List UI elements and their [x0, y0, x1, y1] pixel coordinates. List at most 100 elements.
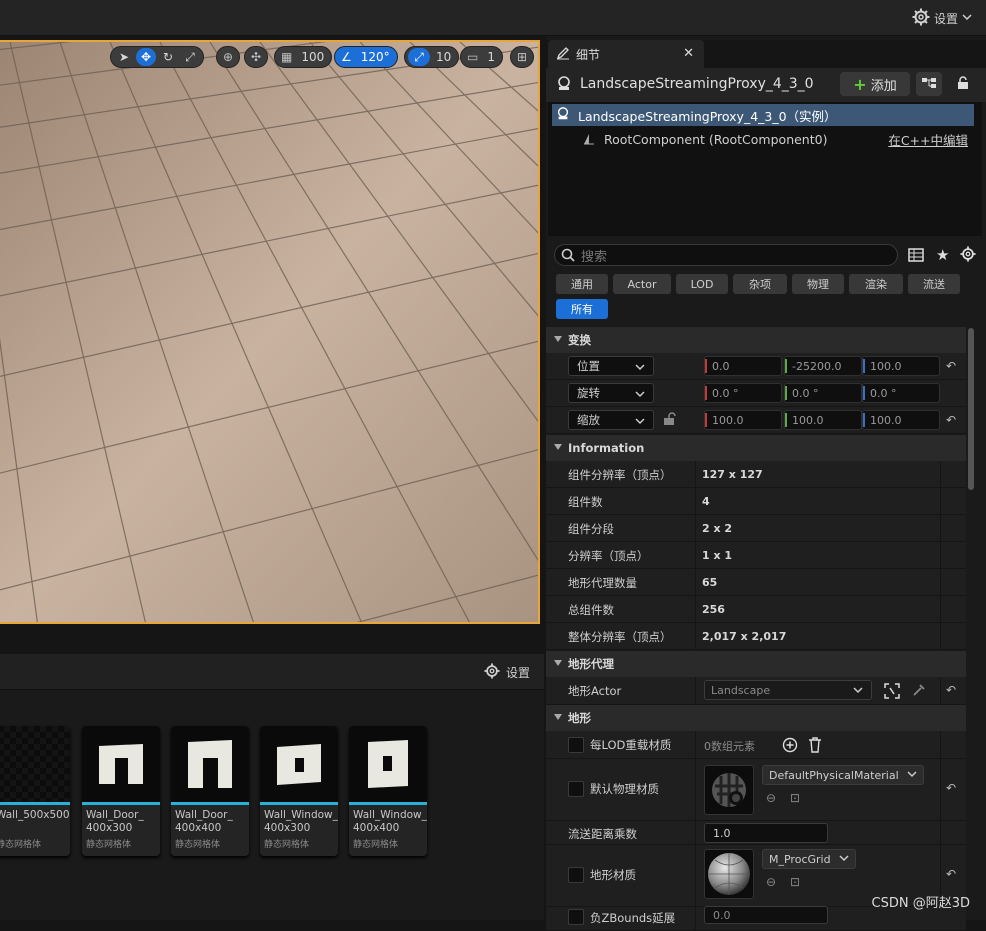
- rotate-tool[interactable]: ↻: [158, 48, 178, 66]
- category-landscape[interactable]: 地形: [546, 705, 966, 731]
- chevron-down-icon: [962, 11, 972, 25]
- rotation-snap[interactable]: ∠ 120°: [334, 46, 398, 68]
- surface-snap-toggle[interactable]: ✣: [244, 46, 268, 68]
- info-label: 整体分辨率（顶点）: [568, 630, 672, 644]
- scale-label: 缩放: [577, 413, 600, 427]
- add-element-icon[interactable]: [782, 737, 798, 756]
- asset-thumbnail: [171, 726, 249, 802]
- scroll-thumb[interactable]: [968, 328, 974, 490]
- rotation-y-field[interactable]: 0.0 °: [784, 383, 862, 403]
- scale-x-field[interactable]: 100.0: [704, 410, 782, 430]
- tab-details[interactable]: 细节 ✕: [548, 40, 704, 68]
- collapse-arrow-icon: [554, 660, 562, 666]
- reset-icon[interactable]: ↶: [946, 413, 956, 427]
- neg-z-checkbox[interactable]: [568, 909, 584, 925]
- filter-physics[interactable]: 物理: [792, 274, 844, 294]
- info-value: 2,017 x 2,017: [702, 630, 787, 643]
- info-row: 总组件数 256: [546, 596, 966, 623]
- reset-icon[interactable]: ↶: [946, 359, 956, 373]
- phys-mat-checkbox[interactable]: [568, 781, 584, 797]
- camera-speed[interactable]: ▭ 1: [460, 46, 503, 68]
- info-label: 分辨率（顶点）: [568, 549, 649, 563]
- rotation-x-field[interactable]: 0.0 °: [704, 383, 782, 403]
- asset-name: Wall_500x500: [0, 809, 70, 821]
- location-z-field[interactable]: 100.0: [862, 356, 940, 376]
- tree-row-root-component[interactable]: RootComponent (RootComponent0) 在C++中编辑: [552, 128, 974, 150]
- trash-icon[interactable]: [808, 737, 822, 756]
- layout-button[interactable]: ⊞: [510, 46, 534, 68]
- add-component-button[interactable]: + 添加: [840, 72, 910, 96]
- reset-icon[interactable]: ↶: [946, 867, 956, 881]
- neg-z-field[interactable]: 0.0: [704, 906, 828, 924]
- category-information[interactable]: Information: [546, 435, 966, 461]
- actor-header: LandscapeStreamingProxy_4_3_0 + 添加: [546, 68, 986, 102]
- reset-icon[interactable]: ↶: [946, 683, 956, 697]
- lock-button[interactable]: [950, 72, 976, 96]
- close-icon[interactable]: ✕: [683, 46, 694, 61]
- rotation-z-field[interactable]: 0.0 °: [862, 383, 940, 403]
- filter-misc[interactable]: 杂项: [733, 274, 787, 294]
- content-settings-button[interactable]: 设置: [484, 663, 530, 682]
- location-dropdown[interactable]: 位置: [568, 356, 654, 376]
- browse-icon[interactable]: ⊡: [790, 791, 800, 805]
- browse-icon[interactable]: ⊡: [790, 875, 800, 889]
- scale-snap-icon: ⤢: [408, 48, 430, 66]
- world-local-toggle[interactable]: ⊕: [216, 46, 240, 68]
- edit-in-cpp-link[interactable]: 在C++中编辑: [888, 128, 968, 150]
- landscape-mat-picker[interactable]: M_ProcGrid: [762, 849, 856, 869]
- tab-label: 细节: [576, 47, 601, 62]
- scale-snap[interactable]: ⤢ 10: [404, 46, 460, 68]
- asset-tile[interactable]: Wall_500x500 静态网格体: [0, 726, 70, 856]
- details-search-input[interactable]: 搜索: [554, 244, 898, 266]
- use-selected-icon[interactable]: ⊖: [766, 791, 776, 805]
- rotation-dropdown[interactable]: 旋转: [568, 383, 654, 403]
- filter-rendering[interactable]: 渲染: [849, 274, 903, 294]
- location-y-field[interactable]: -25200.0: [784, 356, 862, 376]
- gear-icon: [912, 8, 930, 29]
- select-tool[interactable]: ➤: [114, 48, 134, 66]
- viewport-settings-button[interactable]: 设置: [912, 6, 972, 30]
- landscape-mat-checkbox[interactable]: [568, 867, 584, 883]
- translate-tool[interactable]: ✥: [136, 48, 156, 66]
- unlock-icon[interactable]: [662, 412, 676, 429]
- use-selected-icon[interactable]: ⊖: [766, 875, 776, 889]
- grid-snap[interactable]: ▦ 100: [274, 46, 333, 68]
- gear-icon[interactable]: [960, 246, 976, 265]
- star-icon[interactable]: ★: [936, 246, 949, 264]
- level-viewport[interactable]: ➤ ✥ ↻ ⤢ ⊕ ✣ ▦ 100 ∠ 120° ⤢ 10 ▭ 1 ⊞: [0, 40, 540, 624]
- tree-row-instance[interactable]: LandscapeStreamingProxy_4_3_0（实例）: [552, 104, 974, 126]
- eyedropper-icon[interactable]: [912, 683, 926, 700]
- asset-tile[interactable]: Wall_Door_ 400x400 静态网格体: [171, 726, 249, 856]
- location-label: 位置: [577, 359, 600, 373]
- reset-icon[interactable]: ↶: [946, 781, 956, 795]
- asset-tile[interactable]: Wall_Window_ 400x300 静态网格体: [260, 726, 338, 856]
- property-location: 位置 0.0 -25200.0 100.0 ↶: [546, 353, 966, 380]
- asset-tile[interactable]: Wall_Door_ 400x300 静态网格体: [82, 726, 160, 856]
- filter-actor[interactable]: Actor: [613, 274, 671, 294]
- filter-all[interactable]: 所有: [556, 299, 608, 319]
- location-x-field[interactable]: 0.0: [704, 356, 782, 376]
- scale-dropdown[interactable]: 缩放: [568, 410, 654, 430]
- category-label: 地形代理: [568, 657, 614, 671]
- landscape-actor-picker[interactable]: Landscape: [704, 680, 872, 700]
- details-scrollbar[interactable]: [968, 326, 976, 920]
- select-actor-icon[interactable]: [884, 683, 900, 702]
- category-transform[interactable]: 变换: [546, 327, 966, 353]
- filter-lod[interactable]: LOD: [676, 274, 728, 294]
- asset-tile[interactable]: Wall_Window_ 400x400 静态网格体: [349, 726, 427, 856]
- globe-icon: ⊕: [222, 50, 234, 64]
- lock-icon: [956, 75, 970, 93]
- scale-tool[interactable]: ⤢: [180, 48, 200, 66]
- content-browser-header: 设置: [0, 654, 544, 690]
- landscape-mat-thumbnail: [704, 849, 754, 899]
- filter-common[interactable]: 通用: [556, 274, 608, 294]
- scale-y-field[interactable]: 100.0: [784, 410, 862, 430]
- table-view-icon[interactable]: [908, 247, 924, 266]
- blueprint-button[interactable]: [916, 72, 942, 96]
- stream-dist-field[interactable]: 1.0: [704, 823, 828, 843]
- per-lod-checkbox[interactable]: [568, 737, 584, 753]
- category-landscape-proxy[interactable]: 地形代理: [546, 651, 966, 677]
- phys-mat-picker[interactable]: DefaultPhysicalMaterial: [762, 765, 924, 785]
- scale-z-field[interactable]: 100.0: [862, 410, 940, 430]
- filter-streaming[interactable]: 流送: [908, 274, 960, 294]
